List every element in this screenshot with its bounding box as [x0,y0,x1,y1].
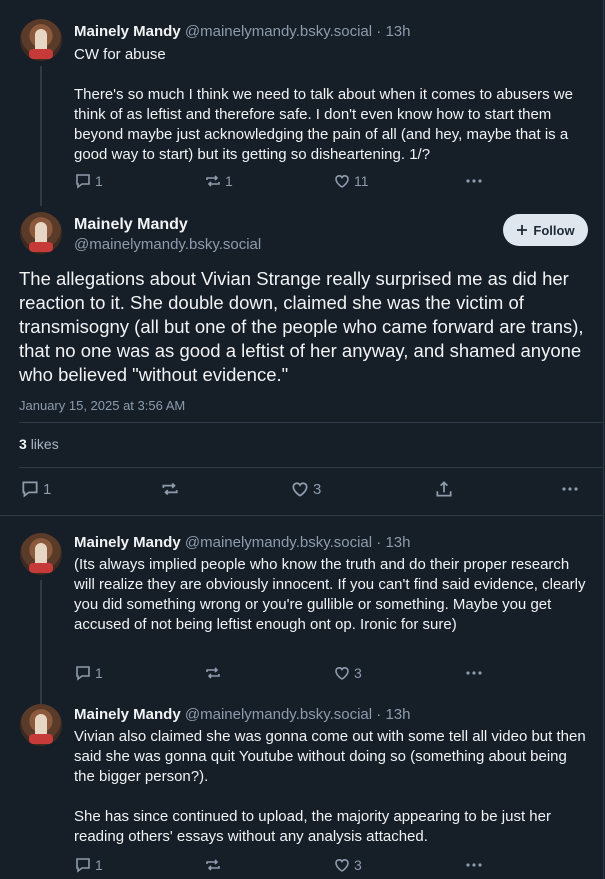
focused-author-name-wrap: Mainely Mandy [74,215,188,234]
ellipsis-icon [562,487,578,491]
reply-count: 1 [43,480,52,498]
thread-view: Mainely Mandy @mainelymandy.bsky.social … [0,0,604,879]
repost-arrows-icon [206,175,220,187]
post-text: CW for abuse There's so much I think we … [74,46,573,163]
focused-actions: 1 3 [20,479,590,499]
reply-count: 1 [95,665,103,681]
speech-bubble-icon [22,481,38,498]
post-actions: 1 1 11 [74,172,594,192]
likes-total: 3 [19,436,27,452]
heart-icon [335,175,349,188]
heart-icon [335,859,349,872]
repost-arrows-icon [206,667,220,679]
more-button[interactable] [464,664,484,682]
repost-button[interactable]: 1 [204,172,233,190]
heart-icon [292,482,308,497]
reply-button[interactable]: 1 [74,664,103,682]
reply-count: 1 [95,857,103,873]
post-time[interactable]: · 13h [376,534,410,551]
post-text: Vivian also claimed she was gonna come o… [74,728,586,845]
avatar[interactable] [20,533,62,575]
ellipsis-icon [466,179,482,183]
divider [19,422,603,423]
focused-author-handle-wrap: @mainelymandy.bsky.social [74,235,261,254]
avatar[interactable] [20,212,62,254]
post-actions: 1 3 [74,856,594,876]
author-name[interactable]: Mainely Mandy [74,216,188,233]
repost-button[interactable] [160,479,180,499]
speech-bubble-icon [76,666,90,681]
like-count: 3 [313,480,322,498]
divider [19,467,603,468]
author-name[interactable]: Mainely Mandy [74,23,181,40]
author-handle[interactable]: @mainelymandy.bsky.social [74,236,261,253]
more-button[interactable] [560,479,580,499]
reply-button[interactable]: 1 [20,479,51,499]
author-handle[interactable]: @mainelymandy.bsky.social [185,534,372,551]
post-header: Mainely Mandy @mainelymandy.bsky.social … [74,22,411,41]
share-button[interactable] [434,479,454,499]
avatar[interactable] [20,704,62,746]
speech-bubble-icon [76,858,90,873]
follow-label: Follow [533,222,575,238]
like-button[interactable]: 3 [290,479,321,499]
post-date[interactable]: January 15, 2025 at 3:56 AM [19,398,185,413]
author-handle[interactable]: @mainelymandy.bsky.social [185,23,372,40]
author-name[interactable]: Mainely Mandy [74,534,181,551]
likes-summary[interactable]: 3 likes [19,436,59,452]
focused-post-text: The allegations about Vivian Strange rea… [19,268,584,385]
share-upload-icon [436,481,452,497]
repost-button[interactable] [204,664,222,682]
plus-icon [517,225,528,235]
repost-arrows-icon [162,482,178,496]
likes-label: likes [30,436,59,452]
like-button[interactable]: 3 [333,856,362,874]
like-count: 3 [354,857,362,873]
like-count: 11 [354,173,369,189]
post-header: Mainely Mandy @mainelymandy.bsky.social … [74,705,411,724]
post-header: Mainely Mandy @mainelymandy.bsky.social … [74,533,411,552]
more-button[interactable] [464,172,484,190]
follow-button[interactable]: Follow [503,214,588,246]
heart-icon [335,667,349,680]
author-handle[interactable]: @mainelymandy.bsky.social [185,706,372,723]
post-actions: 1 3 [74,664,594,684]
like-count: 3 [354,665,362,681]
speech-bubble-icon [76,174,90,189]
reply-count: 1 [95,173,103,189]
reply-post[interactable]: Mainely Mandy @mainelymandy.bsky.social … [0,688,603,879]
ellipsis-icon [466,863,482,867]
repost-count: 1 [225,173,233,189]
reply-button[interactable]: 1 [74,856,103,874]
reply-post[interactable]: Mainely Mandy @mainelymandy.bsky.social … [0,516,603,704]
repost-button[interactable] [204,856,222,874]
thread-connector [40,66,42,206]
parent-post[interactable]: Mainely Mandy @mainelymandy.bsky.social … [0,0,603,206]
repost-arrows-icon [206,859,220,871]
like-button[interactable]: 3 [333,664,362,682]
author-name[interactable]: Mainely Mandy [74,706,181,723]
post-text: (Its always implied people who know the … [74,556,590,633]
thread-connector [40,580,42,704]
post-time[interactable]: · 13h [376,706,410,723]
post-time[interactable]: · 13h [376,23,410,40]
avatar[interactable] [20,19,62,61]
like-button[interactable]: 11 [333,172,369,190]
ellipsis-icon [466,671,482,675]
more-button[interactable] [464,856,484,874]
reply-button[interactable]: 1 [74,172,103,190]
